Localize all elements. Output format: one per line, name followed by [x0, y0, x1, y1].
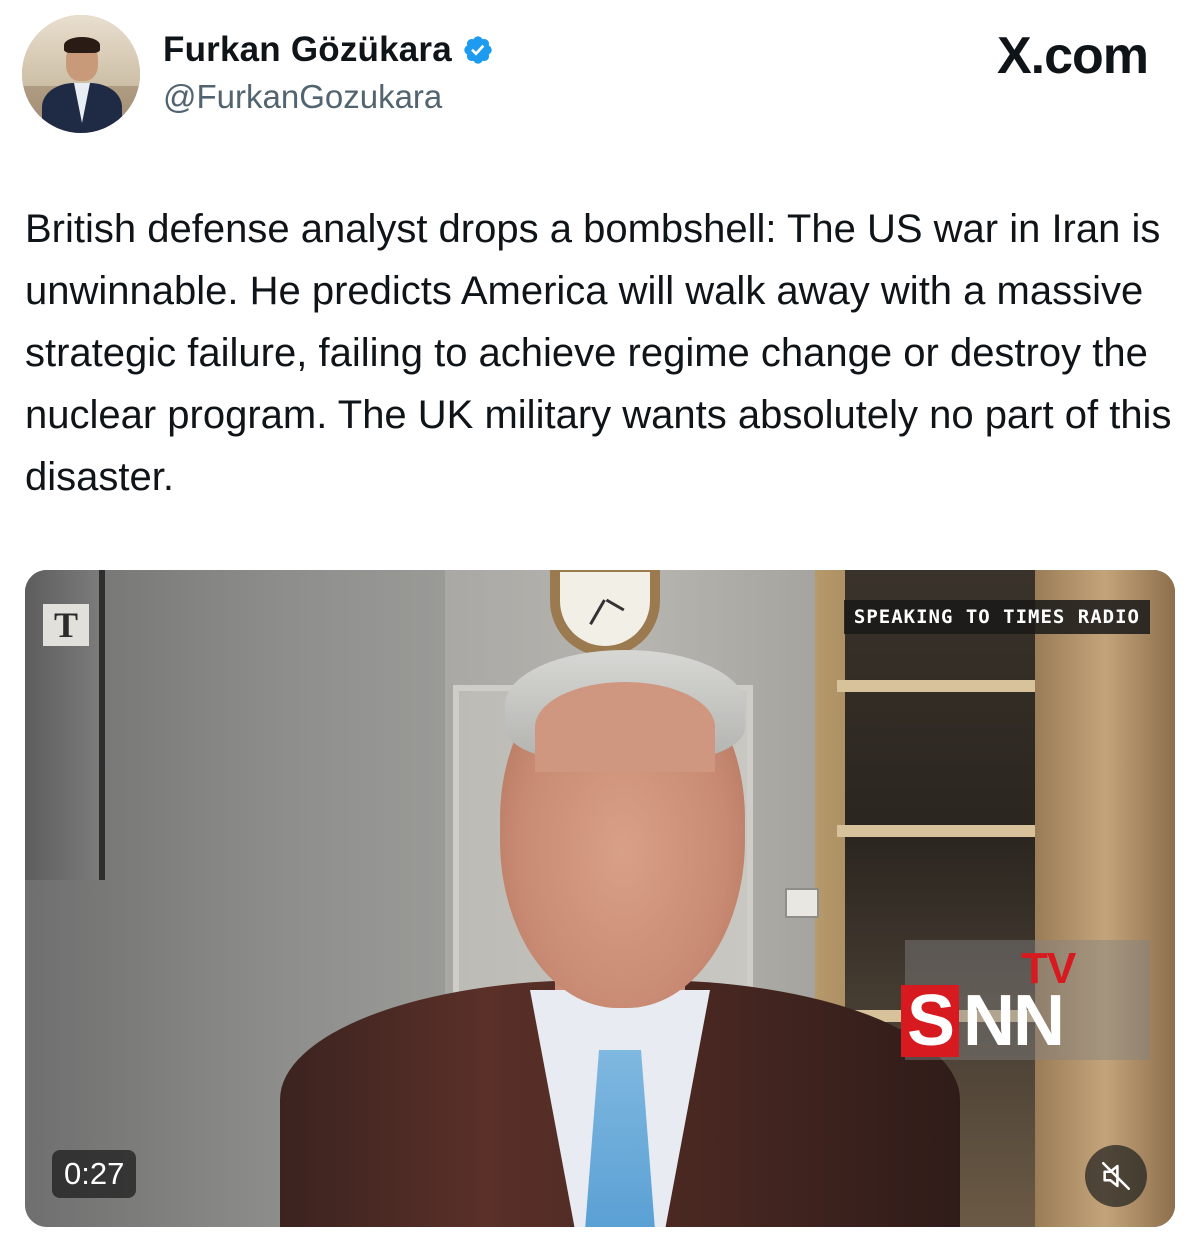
snn-watermark: S NN — [901, 980, 1065, 1062]
brand-logo: X.com — [996, 27, 1149, 85]
avatar[interactable] — [22, 15, 140, 133]
video-player[interactable]: T SPEAKING TO TIMES RADIO TV S NN 0:27 — [25, 570, 1175, 1227]
user-handle[interactable]: @FurkanGozukara — [163, 78, 442, 116]
tweet-text: British defense analyst drops a bombshel… — [25, 207, 1172, 499]
mute-button[interactable] — [1085, 1145, 1147, 1207]
verified-badge-icon — [464, 36, 492, 64]
times-logo: T — [43, 604, 89, 646]
video-duration-badge: 0:27 — [52, 1150, 137, 1198]
snn-watermark-nn: NN — [963, 981, 1065, 1061]
display-name[interactable]: Furkan Gözükara — [163, 30, 452, 70]
muted-speaker-icon — [1101, 1161, 1131, 1191]
video-caption-label: SPEAKING TO TIMES RADIO — [843, 600, 1150, 634]
display-name-row[interactable]: Furkan Gözükara — [163, 30, 494, 70]
snn-watermark-s: S — [901, 985, 960, 1057]
tweet-card: Furkan Gözükara @FurkanGozukara X.com Br… — [0, 0, 1200, 1257]
